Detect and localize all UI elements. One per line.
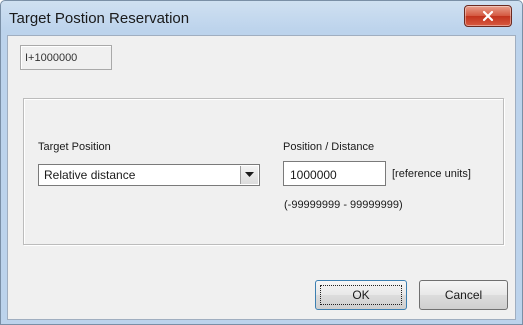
position-distance-input[interactable] — [283, 161, 386, 186]
dropdown-button[interactable] — [240, 166, 258, 184]
cancel-button-label: Cancel — [444, 288, 483, 302]
dialog-title: Target Postion Reservation — [9, 10, 190, 27]
focus-rectangle — [320, 285, 402, 305]
target-position-label: Target Position — [38, 141, 111, 153]
dialog-client-area: I+1000000 Target Position Position / Dis… — [7, 35, 516, 320]
reference-units-label: [reference units] — [392, 168, 471, 180]
command-readout: I+1000000 — [20, 45, 112, 70]
dialog-window: Target Postion Reservation I+1000000 Tar… — [0, 0, 523, 325]
position-distance-label: Position / Distance — [283, 141, 375, 153]
close-button[interactable] — [464, 5, 512, 27]
chevron-down-icon — [245, 172, 254, 177]
cancel-button[interactable]: Cancel — [419, 280, 508, 310]
ok-button[interactable]: OK — [315, 280, 407, 310]
title-bar[interactable]: Target Postion Reservation — [1, 1, 522, 35]
close-icon — [482, 10, 494, 22]
target-position-selected: Relative distance — [44, 168, 136, 182]
target-position-select[interactable]: Relative distance — [38, 164, 260, 186]
range-hint: (-99999999 - 99999999) — [284, 199, 403, 211]
